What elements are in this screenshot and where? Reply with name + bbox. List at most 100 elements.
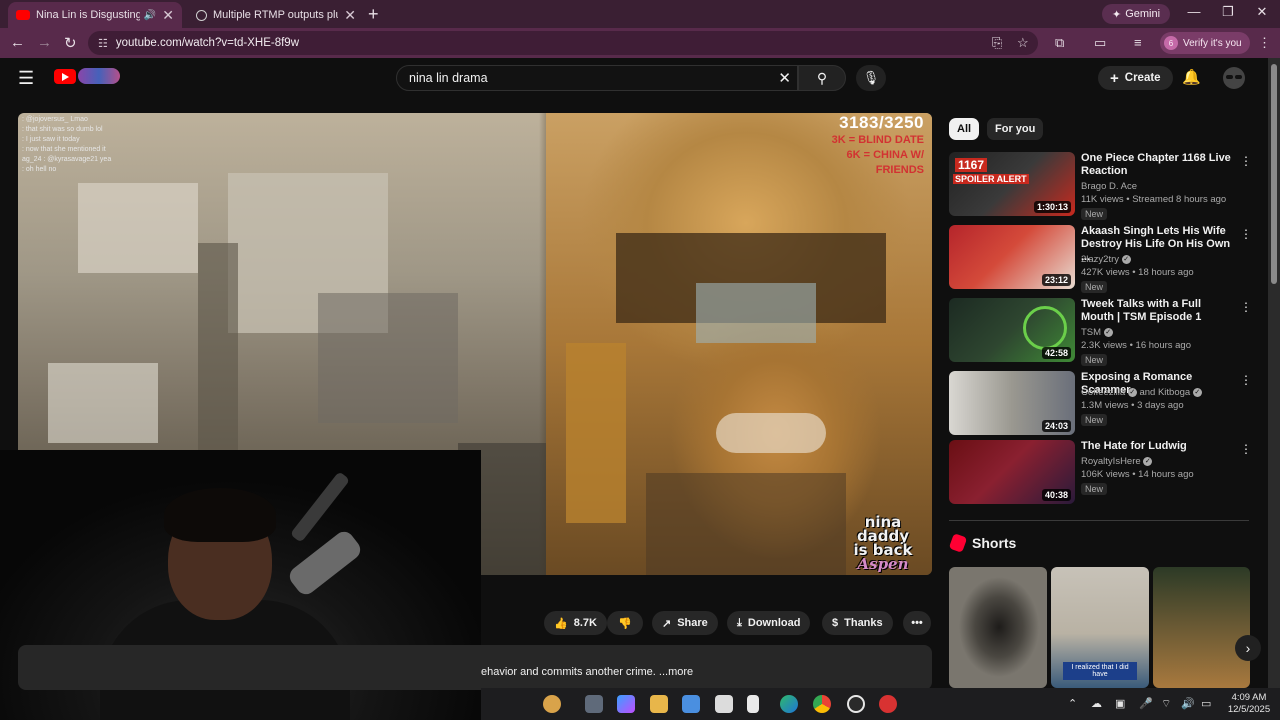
scrollbar-thumb[interactable] bbox=[1271, 64, 1277, 284]
page-scrollbar[interactable] bbox=[1268, 58, 1280, 688]
minimize-icon[interactable]: — bbox=[1184, 4, 1204, 19]
notifications-bell-icon[interactable]: 🔔 bbox=[1182, 68, 1201, 86]
video-thumbnail[interactable]: 24:03 bbox=[949, 371, 1075, 435]
channel-name[interactable]: TSM ✓ bbox=[1081, 327, 1113, 338]
video-options-icon[interactable]: ⋮ bbox=[1240, 300, 1252, 314]
recommended-video[interactable]: 40:38 The Hate for Ludwig RoyaltyIsHere … bbox=[949, 440, 1254, 506]
clear-search-icon[interactable]: ✕ bbox=[778, 69, 791, 87]
glitch-block bbox=[696, 283, 816, 343]
thanks-label: Thanks bbox=[844, 617, 883, 629]
battery-icon[interactable]: ▭ bbox=[1201, 697, 1211, 710]
goal-line: 6K = CHINA W/ bbox=[846, 149, 924, 161]
chip-all[interactable]: All bbox=[949, 118, 980, 140]
video-thumbnail[interactable]: 42:58 bbox=[949, 298, 1075, 362]
video-title[interactable]: Tweek Talks with a Full Mouth | TSM Epis… bbox=[1081, 298, 1231, 324]
video-thumbnail[interactable]: 23:12 bbox=[949, 225, 1075, 289]
recommended-video[interactable]: 23:12 Akaash Singh Lets His Wife Destroy… bbox=[949, 225, 1254, 293]
media-controls-icon[interactable]: ≡ bbox=[1134, 35, 1142, 50]
edge-icon[interactable] bbox=[780, 695, 798, 713]
video-thumbnail[interactable]: 40:38 bbox=[949, 440, 1075, 504]
short-thumbnail[interactable] bbox=[949, 567, 1047, 688]
capcut-icon[interactable] bbox=[879, 695, 897, 713]
chrome-icon[interactable] bbox=[813, 695, 831, 713]
volume-icon[interactable]: 🔊 bbox=[1181, 697, 1195, 710]
recommended-video[interactable]: 1167 SPOILER ALERT 1:30:13 One Piece Cha… bbox=[949, 152, 1254, 220]
short-thumbnail[interactable] bbox=[1153, 567, 1250, 688]
channel-name[interactable]: Brago D. Ace bbox=[1081, 181, 1137, 192]
search-box[interactable]: ✕ bbox=[396, 65, 798, 91]
store-icon[interactable] bbox=[682, 695, 700, 713]
channel-name[interactable]: RoyaltyIsHere ✓ bbox=[1081, 456, 1153, 467]
thanks-button[interactable]: $ Thanks bbox=[822, 611, 893, 635]
copilot-icon[interactable] bbox=[617, 695, 635, 713]
video-title[interactable]: One Piece Chapter 1168 Live Reaction bbox=[1081, 152, 1231, 178]
obs-icon[interactable] bbox=[847, 695, 865, 713]
new-badge: New bbox=[1081, 208, 1108, 220]
verified-icon: ✓ bbox=[1192, 387, 1202, 397]
tab-youtube[interactable]: Nina Lin is Disgusting - You 🔊 ✕ bbox=[8, 2, 182, 28]
glitch-block bbox=[646, 473, 846, 575]
task-view-icon[interactable] bbox=[585, 695, 603, 713]
video-options-icon[interactable]: ⋮ bbox=[1240, 373, 1252, 387]
more-actions-button[interactable]: ••• bbox=[903, 611, 931, 635]
youtube-doodle[interactable] bbox=[78, 68, 120, 84]
account-avatar[interactable] bbox=[1223, 67, 1245, 89]
create-button[interactable]: + Create bbox=[1098, 66, 1173, 90]
network-icon[interactable]: ⌔ bbox=[1161, 697, 1171, 711]
reload-icon[interactable]: ↻ bbox=[64, 34, 77, 52]
voice-search-button[interactable]: 🎙 bbox=[856, 65, 886, 91]
browser-menu-icon[interactable]: ⋮ bbox=[1258, 35, 1271, 51]
split-view-icon[interactable]: ▭ bbox=[1094, 35, 1106, 51]
notepad-icon[interactable] bbox=[747, 695, 759, 713]
recommended-video[interactable]: 24:03 Exposing a Romance Scammer Coffeez… bbox=[949, 371, 1254, 437]
video-options-icon[interactable]: ⋮ bbox=[1240, 442, 1252, 456]
short-thumbnail[interactable]: I realized that I did have bbox=[1051, 567, 1149, 688]
like-button[interactable]: 👍 8.7K bbox=[544, 611, 607, 635]
install-app-icon[interactable]: ⎘ bbox=[992, 35, 1002, 51]
video-options-icon[interactable]: ⋮ bbox=[1240, 227, 1252, 241]
dislike-button[interactable]: 👎 bbox=[607, 611, 643, 635]
close-window-icon[interactable]: ✕ bbox=[1252, 4, 1272, 20]
snipping-tool-icon[interactable] bbox=[715, 695, 733, 713]
new-tab-button[interactable]: + bbox=[368, 4, 379, 25]
microphone-tray-icon[interactable]: 🎤 bbox=[1139, 697, 1153, 710]
video-options-icon[interactable]: ⋮ bbox=[1240, 154, 1252, 168]
shorts-next-button[interactable]: › bbox=[1235, 635, 1261, 661]
tray-app-icon[interactable]: ▣ bbox=[1115, 697, 1125, 710]
channel-name-text: Coffeezilla bbox=[1081, 387, 1126, 398]
channel-name[interactable]: 2lazy2try ✓ bbox=[1081, 254, 1131, 265]
extensions-icon[interactable]: ⧉ bbox=[1055, 35, 1064, 51]
file-explorer-icon[interactable] bbox=[650, 695, 668, 713]
channel-name[interactable]: Coffeezilla ✓ and Kitboga ✓ bbox=[1081, 387, 1202, 398]
close-tab-icon[interactable]: ✕ bbox=[162, 7, 174, 24]
forward-icon[interactable]: → bbox=[37, 34, 52, 51]
restore-icon[interactable]: ❐ bbox=[1218, 4, 1238, 20]
widgets-icon[interactable] bbox=[543, 695, 561, 713]
search-input[interactable] bbox=[409, 71, 769, 85]
close-tab-icon[interactable]: ✕ bbox=[344, 7, 356, 24]
watermark-signature: Aspen bbox=[857, 555, 909, 573]
onedrive-icon[interactable]: ☁ bbox=[1091, 697, 1102, 710]
video-meta: 427K views • 18 hours ago bbox=[1081, 267, 1194, 278]
video-title[interactable]: The Hate for Ludwig bbox=[1081, 440, 1231, 453]
site-info-icon[interactable]: ☷ bbox=[98, 37, 108, 50]
tray-overflow-icon[interactable]: ⌃ bbox=[1068, 697, 1077, 710]
bookmark-star-icon[interactable]: ☆ bbox=[1017, 35, 1029, 51]
verify-profile-button[interactable]: 6 Verify it's you bbox=[1160, 32, 1250, 54]
youtube-logo-icon[interactable] bbox=[54, 69, 76, 84]
download-button[interactable]: ⤓ Download bbox=[727, 611, 811, 635]
address-bar[interactable]: ☷ youtube.com/watch?v=td-XHE-8f9w bbox=[88, 31, 1038, 55]
back-icon[interactable]: ← bbox=[10, 34, 25, 51]
search-button[interactable]: ⚲ bbox=[798, 65, 846, 91]
taskbar-clock[interactable]: 4:09 AM 12/5/2025 bbox=[1222, 692, 1276, 716]
gemini-button[interactable]: ✦ Gemini bbox=[1102, 4, 1171, 24]
hamburger-menu-icon[interactable]: ☰ bbox=[18, 68, 34, 89]
chip-for-you[interactable]: For you bbox=[987, 118, 1044, 140]
speaker-icon[interactable]: 🔊 bbox=[144, 10, 156, 21]
tab-rtmp-plugin[interactable]: Multiple RTMP outputs plugin | ✕ bbox=[188, 2, 364, 28]
channel-name-text: RoyaltyIsHere bbox=[1081, 456, 1141, 467]
share-button[interactable]: ↗ Share bbox=[652, 611, 718, 635]
recommended-video[interactable]: 42:58 Tweek Talks with a Full Mouth | TS… bbox=[949, 298, 1254, 366]
video-thumbnail[interactable]: 1167 SPOILER ALERT 1:30:13 bbox=[949, 152, 1075, 216]
description-box[interactable]: ehavior and commits another crime. ...mo… bbox=[18, 645, 932, 690]
